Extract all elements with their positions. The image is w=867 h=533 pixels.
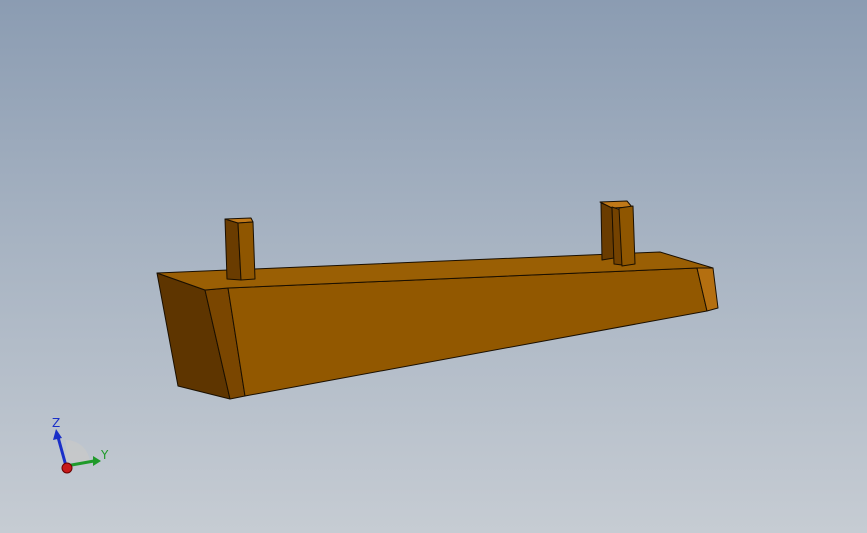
3d-viewport[interactable]: Z Y (0, 0, 867, 533)
left-tab[interactable] (224, 217, 256, 281)
right-tab-front (618, 205, 636, 267)
beam-front-face (227, 267, 708, 397)
y-axis-arrow (93, 456, 101, 466)
z-axis-label: Z (52, 416, 60, 430)
x-axis-marker (61, 462, 73, 474)
beam-model[interactable] (156, 200, 719, 400)
triad-shadow (66, 439, 90, 462)
z-axis-arrow (53, 429, 62, 440)
left-tab-front (237, 221, 256, 281)
z-axis-line (56, 436, 68, 467)
view-triad[interactable]: Z Y (52, 416, 109, 474)
right-tab[interactable] (599, 200, 636, 267)
y-axis-label: Y (100, 448, 109, 462)
